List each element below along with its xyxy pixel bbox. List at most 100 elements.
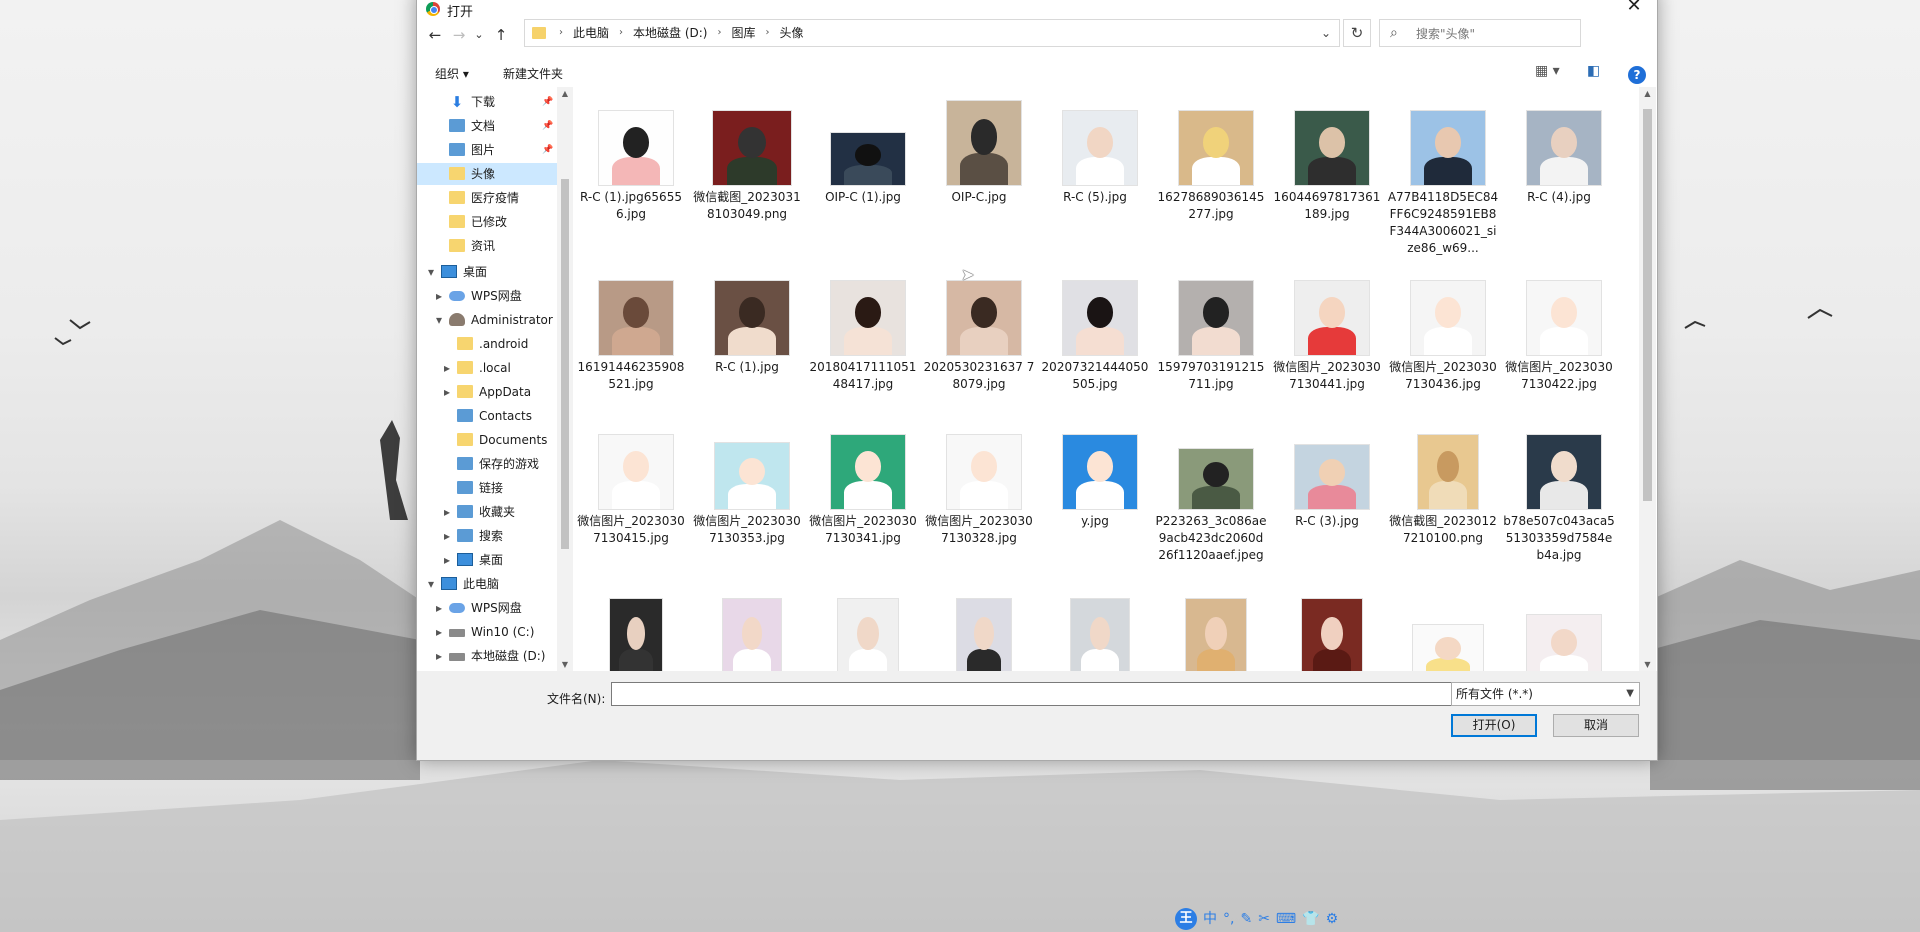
close-button[interactable]: ✕	[1611, 0, 1657, 17]
breadcrumb-gallery[interactable]: 图库	[725, 20, 761, 46]
tree-item-10[interactable]: .android	[417, 333, 557, 355]
tree-item-2[interactable]: 图片 📌	[417, 139, 557, 161]
file-list-scrollbar[interactable]: ▲ ▼	[1639, 87, 1656, 671]
filename-combobox[interactable]: ▼	[611, 682, 1473, 706]
thumbnail-figure-body	[1308, 326, 1356, 355]
thumbnail	[1287, 589, 1377, 671]
tree-item-label: 文档	[471, 119, 496, 133]
thumbnail-figure-head	[1205, 616, 1227, 651]
tree-item-22[interactable]: ▸ Win10 (C:)	[417, 621, 557, 643]
thumbnail-figure-head	[622, 127, 650, 159]
tree-item-23[interactable]: ▸ 本地磁盘 (D:)	[417, 645, 557, 667]
tree-item-16[interactable]: 链接	[417, 477, 557, 499]
file-name: 微信截图_20230318103049.png	[693, 190, 801, 221]
chevron-down-icon[interactable]: ▾	[425, 573, 437, 595]
chevron-down-icon[interactable]: ▾	[433, 309, 445, 331]
thumbnail	[1287, 419, 1377, 509]
chevron-right-icon[interactable]: ▸	[433, 285, 445, 307]
back-button[interactable]: ←	[425, 25, 445, 45]
chevron-down-icon: ▼	[1626, 688, 1634, 699]
tree-item-7[interactable]: ▾ 桌面	[417, 261, 557, 283]
breadcrumb-drive-d[interactable]: 本地磁盘 (D:)	[627, 20, 713, 46]
chevron-right-icon[interactable]: ▸	[433, 621, 445, 643]
chevron-right-icon[interactable]: ▸	[433, 597, 445, 619]
refresh-button[interactable]: ↻	[1343, 19, 1371, 47]
tree-item-13[interactable]: Contacts	[417, 405, 557, 427]
contacts-icon	[457, 409, 473, 422]
chevron-right-icon[interactable]: ▸	[441, 501, 453, 523]
thumbnail	[591, 419, 681, 509]
thumbnail-image	[1411, 111, 1485, 185]
tree-item-1[interactable]: 文档 📌	[417, 115, 557, 137]
file-name: A77B4118D5EC84FF6C9248591EB8F344A3006021…	[1387, 190, 1499, 255]
thumbnail-image	[1527, 615, 1601, 671]
chevron-down-icon[interactable]: ▾	[425, 261, 437, 283]
scrollbar-thumb[interactable]	[1643, 109, 1652, 501]
ime-keyboard-icon[interactable]: ⌨	[1276, 908, 1296, 930]
search-input[interactable]	[1414, 23, 1578, 45]
breadcrumb-separator[interactable]: ›	[615, 20, 627, 46]
cancel-button[interactable]: 取消	[1553, 714, 1639, 737]
tree-item-5[interactable]: 已修改	[417, 211, 557, 233]
thumbnail-figure-head	[622, 297, 650, 329]
chevron-right-icon[interactable]: ▸	[441, 381, 453, 403]
tree-item-label: Win10 (C:)	[471, 625, 535, 639]
chevron-right-icon[interactable]: ▸	[441, 357, 453, 379]
help-button[interactable]: ?	[1628, 66, 1646, 84]
scrollbar-thumb[interactable]	[561, 179, 569, 549]
breadcrumb: › 此电脑 › 本地磁盘 (D:) › 图库 › 头像	[555, 20, 810, 46]
recent-locations-button[interactable]: ⌄	[469, 25, 489, 45]
chevron-right-icon[interactable]: ▸	[441, 525, 453, 547]
file-name: P223263_3c086ae9acb423dc2060d26f1120aaef…	[1155, 514, 1267, 562]
tree-item-6[interactable]: 资讯	[417, 235, 557, 257]
open-button[interactable]: 打开(O)	[1451, 714, 1537, 737]
ime-settings-icon[interactable]: ⚙	[1326, 908, 1339, 930]
up-folder-button[interactable]: ↑	[491, 25, 511, 45]
chevron-right-icon[interactable]: ▸	[433, 645, 445, 667]
change-view-button[interactable]: ▦ ▾	[1535, 63, 1560, 79]
scroll-up-arrow-icon[interactable]: ▲	[1639, 89, 1656, 98]
new-folder-button[interactable]: 新建文件夹	[503, 65, 563, 82]
scroll-up-arrow-icon[interactable]: ▲	[557, 89, 573, 98]
thumbnail-figure-body	[1192, 486, 1240, 509]
ime-handwriting-icon[interactable]: ✎	[1240, 908, 1252, 930]
breadcrumb-separator[interactable]: ›	[713, 20, 725, 46]
tree-item-12[interactable]: ▸ AppData	[417, 381, 557, 403]
search-box[interactable]: ⌕	[1379, 19, 1581, 47]
ime-screenshot-icon[interactable]: ✂	[1258, 908, 1270, 930]
ime-punctuation-icon[interactable]: °,	[1223, 908, 1234, 930]
tree-item-17[interactable]: ▸ 收藏夹	[417, 501, 557, 523]
tree-item-3[interactable]: 头像	[417, 163, 557, 185]
chevron-down-icon[interactable]: ⌄	[1321, 20, 1331, 46]
tree-item-0[interactable]: ⬇ 下载 📌	[417, 91, 557, 113]
breadcrumb-separator[interactable]: ›	[762, 20, 774, 46]
file-type-filter-select[interactable]: 所有文件 (*.*) ▼	[1451, 682, 1640, 706]
dialog-footer: 文件名(N): ▼ 所有文件 (*.*) ▼ 打开(O) 取消	[417, 671, 1657, 760]
ime-skin-icon[interactable]: 👕	[1302, 908, 1319, 930]
scroll-down-arrow-icon[interactable]: ▼	[1639, 660, 1656, 669]
preview-pane-button[interactable]: ◧	[1587, 63, 1600, 79]
filename-input[interactable]	[616, 685, 1450, 705]
tree-item-15[interactable]: 保存的游戏	[417, 453, 557, 475]
tree-item-18[interactable]: ▸ 搜索	[417, 525, 557, 547]
ime-mode-toggle[interactable]: 中	[1203, 908, 1217, 930]
forward-button[interactable]: →	[449, 25, 469, 45]
navigation-pane-scrollbar[interactable]: ▲ ▼	[557, 87, 573, 671]
tree-item-19[interactable]: ▸ 桌面	[417, 549, 557, 571]
chevron-right-icon[interactable]: ▸	[441, 549, 453, 571]
organize-menu-button[interactable]: 组织 ▾	[435, 65, 469, 82]
scroll-down-arrow-icon[interactable]: ▼	[557, 660, 573, 669]
tree-item-8[interactable]: ▸ WPS网盘	[417, 285, 557, 307]
tree-item-4[interactable]: 医疗疫情	[417, 187, 557, 209]
file-name: 20207321444050505.jpg	[1041, 360, 1149, 391]
tree-item-20[interactable]: ▾ 此电脑	[417, 573, 557, 595]
breadcrumb-avatar[interactable]: 头像	[774, 20, 810, 46]
tree-item-14[interactable]: Documents	[417, 429, 557, 451]
address-bar[interactable]: › 此电脑 › 本地磁盘 (D:) › 图库 › 头像 ⌄	[524, 19, 1340, 47]
tree-item-9[interactable]: ▾ Administrator	[417, 309, 557, 331]
breadcrumb-this-pc[interactable]: 此电脑	[567, 20, 615, 46]
tree-item-21[interactable]: ▸ WPS网盘	[417, 597, 557, 619]
tree-item-11[interactable]: ▸ .local	[417, 357, 557, 379]
ime-logo-icon[interactable]: 王	[1175, 908, 1197, 930]
folder-icon	[532, 27, 546, 39]
